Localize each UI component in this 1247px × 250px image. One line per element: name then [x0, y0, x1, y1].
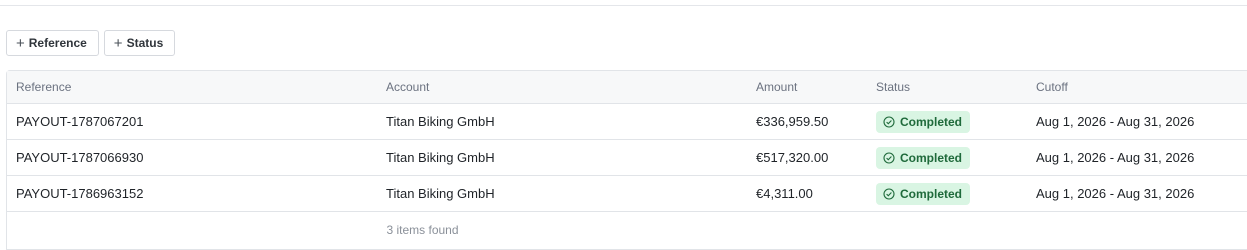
cutoff-cell: Aug 1, 2026 - Aug 31, 2026	[1036, 150, 1195, 165]
filter-bar: + Reference + Status	[6, 30, 176, 56]
account-cell: Titan Biking GmbH	[386, 186, 495, 201]
reference-cell: PAYOUT-1787066930	[16, 150, 144, 165]
column-header-cutoff[interactable]: Cutoff	[1036, 71, 1068, 103]
status-filter-button[interactable]: + Status	[103, 30, 176, 56]
table-row[interactable]: PAYOUT-1787067201 Titan Biking GmbH €336…	[7, 104, 1247, 140]
status-badge-label: Completed	[900, 150, 963, 165]
check-circle-icon	[883, 151, 895, 164]
reference-filter-label: Reference	[28, 36, 87, 50]
table-header: Reference Account Amount Status Cutoff	[7, 71, 1247, 104]
reference-cell: PAYOUT-1786963152	[16, 186, 144, 201]
check-circle-icon	[883, 187, 895, 200]
status-badge-label: Completed	[900, 186, 963, 201]
reference-cell: PAYOUT-1787067201	[16, 114, 144, 129]
reference-filter-button[interactable]: + Reference	[6, 30, 99, 56]
table-row[interactable]: PAYOUT-1787066930 Titan Biking GmbH €517…	[7, 140, 1247, 176]
status-badge: Completed	[876, 110, 971, 133]
status-cell: Completed	[876, 104, 971, 139]
cutoff-cell: Aug 1, 2026 - Aug 31, 2026	[1036, 186, 1195, 201]
column-header-account[interactable]: Account	[386, 71, 429, 103]
amount-cell: €4,311.00	[756, 186, 813, 201]
status-cell: Completed	[876, 176, 971, 211]
top-divider	[0, 5, 1247, 6]
account-cell: Titan Biking GmbH	[386, 114, 495, 129]
check-circle-icon	[883, 115, 895, 128]
cutoff-cell: Aug 1, 2026 - Aug 31, 2026	[1036, 114, 1195, 129]
amount-cell: €517,320.00	[756, 150, 829, 165]
plus-icon: +	[16, 34, 25, 52]
table-row[interactable]: PAYOUT-1786963152 Titan Biking GmbH €4,3…	[7, 176, 1247, 212]
items-count: 3 items found	[386, 222, 459, 237]
status-badge: Completed	[876, 182, 971, 205]
column-header-reference[interactable]: Reference	[16, 71, 71, 103]
status-filter-label: Status	[126, 36, 164, 50]
column-header-status[interactable]: Status	[876, 71, 910, 103]
status-badge: Completed	[876, 146, 971, 169]
plus-icon: +	[113, 34, 123, 52]
status-cell: Completed	[876, 140, 971, 175]
amount-cell: €336,959.50	[756, 114, 829, 129]
status-badge-label: Completed	[900, 114, 963, 129]
account-cell: Titan Biking GmbH	[386, 150, 495, 165]
payouts-table: Reference Account Amount Status Cutoff P…	[6, 70, 1247, 250]
column-header-amount[interactable]: Amount	[756, 71, 797, 103]
